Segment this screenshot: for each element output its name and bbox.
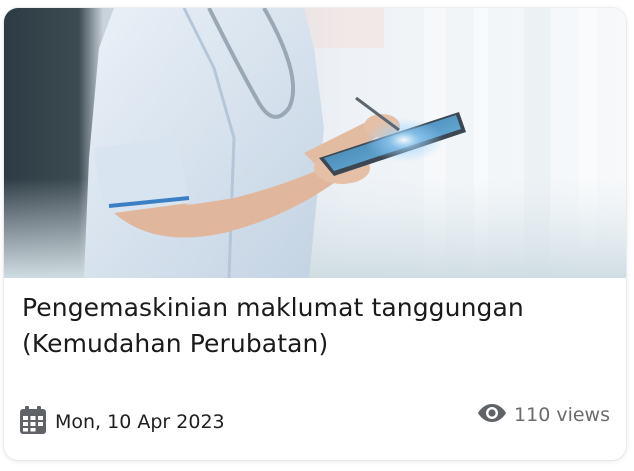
publish-date-text: Mon, 10 Apr 2023: [55, 411, 225, 433]
calendar-icon: [20, 406, 46, 438]
article-title[interactable]: Pengemaskinian maklumat tanggungan (Kemu…: [22, 290, 608, 362]
view-count: 110 views: [477, 403, 610, 427]
article-card[interactable]: Pengemaskinian maklumat tanggungan (Kemu…: [4, 8, 626, 460]
publish-date: Mon, 10 Apr 2023: [20, 406, 225, 438]
article-image: [4, 8, 626, 278]
view-count-text: 110 views: [514, 404, 610, 426]
article-meta: Mon, 10 Apr 2023 110 views: [20, 403, 610, 438]
eye-icon: [477, 403, 507, 427]
